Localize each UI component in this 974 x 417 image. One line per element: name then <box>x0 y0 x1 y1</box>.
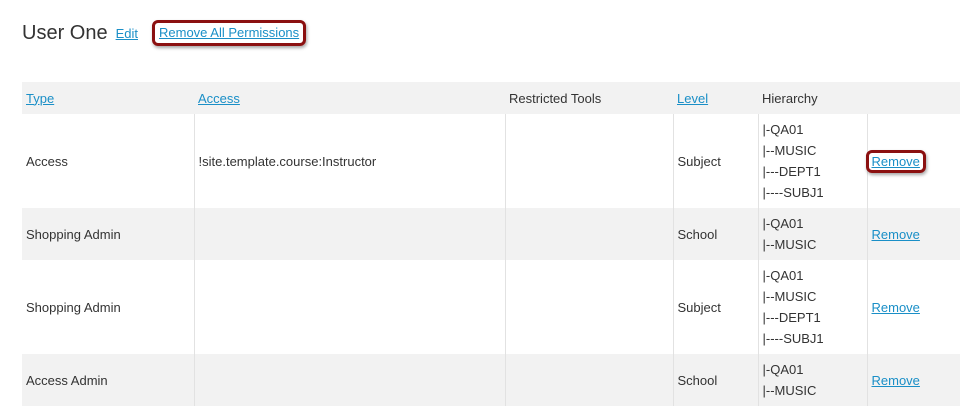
hierarchy-line: |-QA01 <box>762 122 804 137</box>
sort-level-link[interactable]: Level <box>677 91 708 106</box>
table-row: Access Admin School |-QA01 |--MUSIC Remo… <box>22 354 960 406</box>
hierarchy-line: |----SUBJ1 <box>762 331 824 346</box>
remove-highlight: Remove <box>865 149 926 173</box>
remove-link[interactable]: Remove <box>872 373 920 388</box>
cell-type: Access Admin <box>22 354 195 406</box>
column-header-access[interactable]: Access <box>194 82 505 114</box>
remove-link[interactable]: Remove <box>872 227 920 242</box>
cell-access <box>194 260 506 354</box>
cell-action: Remove <box>867 260 960 354</box>
hierarchy-line: |--MUSIC <box>762 383 817 398</box>
permissions-table: Type Access Restricted Tools Level Hiera… <box>22 82 960 406</box>
cell-restricted-tools <box>505 260 674 354</box>
remove-link[interactable]: Remove <box>872 300 920 315</box>
column-header-hierarchy: Hierarchy <box>762 90 818 106</box>
cell-type: Shopping Admin <box>22 208 195 260</box>
cell-type: Shopping Admin <box>22 260 195 354</box>
cell-level: School <box>673 354 759 406</box>
cell-hierarchy: |-QA01 |--MUSIC |---DEPT1 |----SUBJ1 <box>758 260 868 354</box>
cell-action: Remove <box>865 114 960 208</box>
column-header-type[interactable]: Type <box>22 82 194 114</box>
cell-access: !site.template.course:Instructor <box>194 114 506 208</box>
hierarchy-line: |-QA01 <box>762 268 804 283</box>
hierarchy-line: |----SUBJ1 <box>762 185 824 200</box>
cell-hierarchy: |-QA01 |--MUSIC <box>758 208 868 260</box>
column-header-action <box>867 82 960 114</box>
column-header-level[interactable]: Level <box>673 82 758 114</box>
cell-access <box>194 354 506 406</box>
table-row: Shopping Admin School |-QA01 |--MUSIC Re… <box>22 208 960 260</box>
user-name: User One <box>22 21 108 44</box>
hierarchy-line: |---DEPT1 <box>762 310 821 325</box>
remove-all-highlight: Remove All Permissions <box>152 20 307 46</box>
hierarchy-line: |--MUSIC <box>762 289 817 304</box>
page: User One Edit Remove All Permissions Typ… <box>0 0 974 417</box>
remove-all-permissions-link[interactable]: Remove All Permissions <box>159 25 299 40</box>
cell-hierarchy: |-QA01 |--MUSIC |---DEPT1 |----SUBJ1 <box>758 114 868 208</box>
cell-level: Subject <box>673 260 759 354</box>
cell-restricted-tools <box>505 114 674 208</box>
cell-level: School <box>673 208 759 260</box>
table-header-row: Type Access Restricted Tools Level Hiera… <box>22 82 960 114</box>
remove-link[interactable]: Remove <box>872 154 920 169</box>
hierarchy-line: |-QA01 <box>762 362 804 377</box>
cell-level: Subject <box>673 114 759 208</box>
hierarchy-line: |-QA01 <box>762 216 804 231</box>
column-header-restricted-tools: Restricted Tools <box>509 90 602 106</box>
cell-hierarchy: |-QA01 |--MUSIC <box>758 354 868 406</box>
sort-type-link[interactable]: Type <box>26 91 54 106</box>
cell-type: Access <box>22 114 195 208</box>
cell-action: Remove <box>867 354 960 406</box>
cell-restricted-tools <box>505 354 674 406</box>
cell-access <box>194 208 506 260</box>
user-header: User One Edit Remove All Permissions <box>22 18 307 48</box>
hierarchy-line: |--MUSIC <box>762 143 817 158</box>
hierarchy-line: |---DEPT1 <box>762 164 821 179</box>
sort-access-link[interactable]: Access <box>198 91 240 106</box>
hierarchy-line: |--MUSIC <box>762 237 817 252</box>
edit-link[interactable]: Edit <box>116 26 138 41</box>
table-row: Shopping Admin Subject |-QA01 |--MUSIC |… <box>22 260 960 354</box>
cell-action: Remove <box>867 208 960 260</box>
cell-restricted-tools <box>505 208 674 260</box>
table-row: Access !site.template.course:Instructor … <box>22 114 960 208</box>
